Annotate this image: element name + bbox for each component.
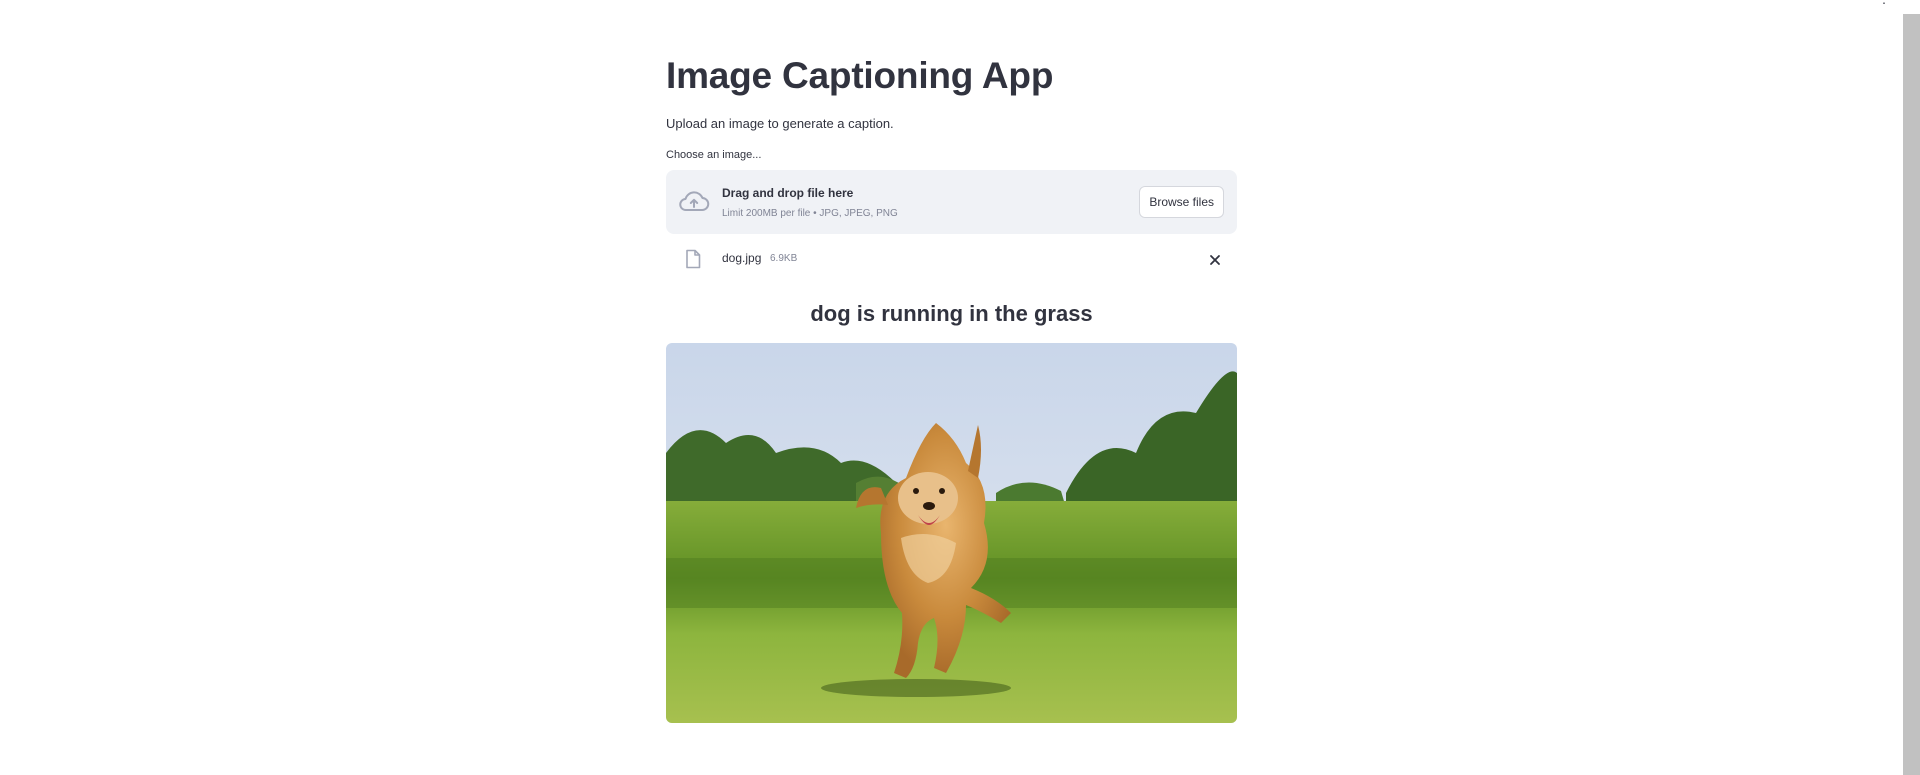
toolbar-glyph[interactable]: ⋮ [1878, 0, 1890, 6]
uploader-label: Choose an image... [666, 149, 762, 161]
dropzone-title: Drag and drop file here [722, 186, 854, 200]
generated-caption: dog is running in the grass [810, 301, 1093, 326]
uploaded-image [666, 343, 1237, 723]
vertical-scrollbar[interactable] [1903, 14, 1920, 775]
dog-photo [666, 343, 1237, 723]
close-icon[interactable] [1205, 250, 1225, 270]
file-icon [686, 249, 701, 269]
file-dropzone[interactable]: Drag and drop file here Limit 200MB per … [666, 170, 1237, 234]
browse-files-button[interactable]: Browse files [1139, 186, 1224, 218]
file-size: 6.9KB [770, 253, 798, 264]
page-title: Image Captioning App [666, 55, 1054, 96]
app-window: ⋮ Image Captioning App Upload an image t… [0, 0, 1920, 775]
page-subtitle: Upload an image to generate a caption. [666, 116, 894, 131]
cloud-upload-icon [679, 191, 710, 211]
dropzone-hint: Limit 200MB per file • JPG, JPEG, PNG [722, 208, 898, 219]
uploaded-file-row: dog.jpg 6.9KB [666, 244, 1237, 276]
file-name: dog.jpg [722, 251, 762, 265]
